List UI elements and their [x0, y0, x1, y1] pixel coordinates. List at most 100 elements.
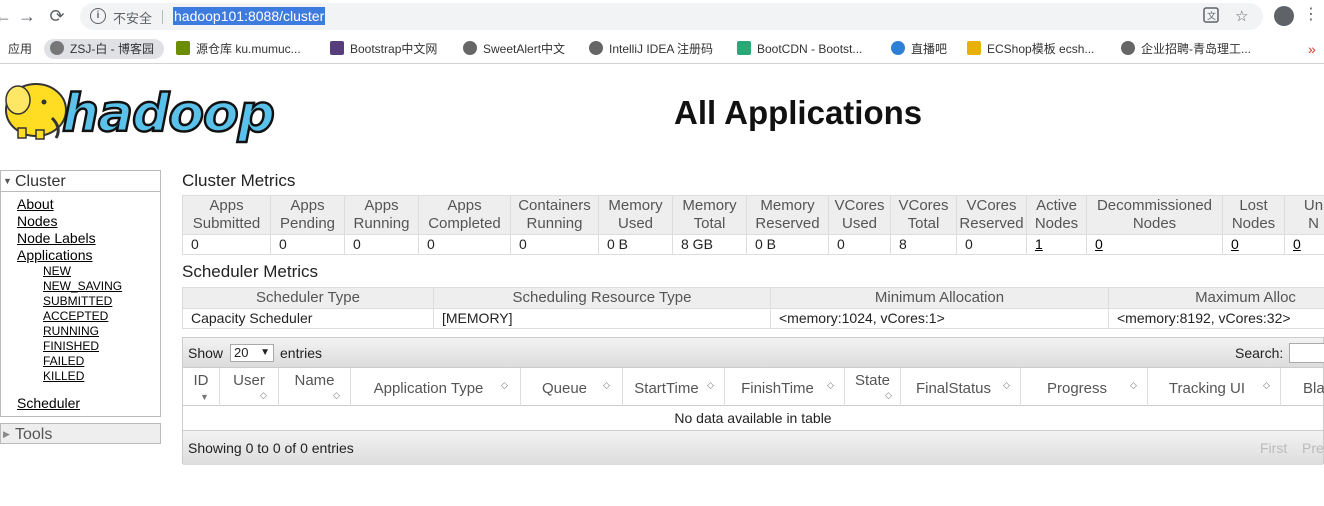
cluster-nav-heading[interactable]: ▼ Cluster [1, 171, 160, 192]
bookmark-intellij[interactable]: IntelliJ IDEA 注册码 [589, 39, 713, 59]
cluster-metric-header: VCores Total [890, 195, 957, 235]
cluster-metric-header-line: Apps [290, 197, 325, 214]
col-finish-time[interactable]: FinishTime ◇ [725, 368, 845, 406]
col-queue[interactable]: Queue ◇ [521, 368, 623, 406]
bookmark-bootcdn[interactable]: BootCDN - Bootst... [737, 39, 862, 59]
cluster-metric-header: Apps Submitted [182, 195, 271, 235]
cluster-metric-value: 0 [182, 234, 271, 255]
search-input[interactable] [1289, 343, 1324, 363]
forward-arrow-icon[interactable]: → [16, 5, 38, 27]
nav-state-accepted[interactable]: ACCEPTED [43, 309, 160, 324]
max-allocation-value: <memory:8192, vCores:32> [1108, 308, 1324, 329]
col-progress[interactable]: Progress ◇ [1021, 368, 1148, 406]
bookmarks-bar: 应用 ZSJ-白 - 博客园 源仓库 ku.mumuc... Bootstrap… [0, 33, 1324, 64]
bookmark-sweetalert[interactable]: SweetAlert中文 [463, 39, 565, 59]
nav-nodes[interactable]: Nodes [17, 213, 160, 230]
cluster-metric-value: 0 [956, 234, 1027, 255]
cluster-metric-header-line: VCores [834, 197, 885, 214]
col-id[interactable]: ID ▼ [183, 368, 220, 406]
nav-state-failed[interactable]: FAILED [43, 354, 160, 369]
cluster-metric-header: Apps Pending [270, 195, 345, 235]
reload-icon[interactable]: ⟳ [46, 5, 68, 27]
nav-state-new-saving[interactable]: NEW_SAVING [43, 279, 160, 294]
sidebar: ▼ Cluster About Nodes Node Labels Applic… [0, 170, 161, 444]
bookmark-star-icon[interactable]: ☆ [1235, 7, 1248, 25]
insecure-label[interactable]: 不安全 [113, 8, 152, 27]
search-label: Search: [1235, 345, 1284, 361]
sort-icon: ◇ [885, 390, 892, 400]
nav-applications[interactable]: Applications [17, 247, 160, 264]
info-icon[interactable]: i [90, 8, 106, 24]
cluster-metric-link[interactable]: 0 [1293, 236, 1301, 252]
cluster-metric-header: Lost Nodes [1222, 195, 1285, 235]
dropdown-arrow-icon: ▼ [260, 347, 270, 358]
zhibo8-icon [891, 41, 905, 55]
cluster-metric-link[interactable]: 1 [1035, 236, 1043, 252]
nav-node-labels[interactable]: Node Labels [17, 230, 160, 247]
cluster-metric-header-line: Running [353, 215, 410, 232]
cluster-metric-header-line: Apps [447, 197, 482, 214]
url-text[interactable]: hadoop101:8088/cluster [173, 7, 326, 25]
nav-state-killed[interactable]: KILLED [43, 369, 160, 384]
bookmark-mumuc[interactable]: 源仓库 ku.mumuc... [176, 39, 301, 59]
empty-table-message: No data available in table [674, 410, 832, 426]
entries-label: entries [280, 345, 323, 361]
bookmark-ecshop[interactable]: ECShop模板 ecsh... [967, 39, 1094, 59]
min-allocation-header: Minimum Allocation [770, 287, 1109, 309]
nav-state-running[interactable]: RUNNING [43, 324, 160, 339]
cluster-metric-value: 8 [890, 234, 957, 255]
cluster-metric-header: Memory Used [598, 195, 673, 235]
tools-nav-heading[interactable]: ▶ Tools [0, 423, 161, 444]
menu-kebab-icon[interactable]: ⋮ [1303, 4, 1319, 26]
col-user[interactable]: User ◇ [220, 368, 279, 406]
hadoop-logo[interactable]: hadoop [0, 70, 290, 150]
cluster-metric-value: 0 [1222, 234, 1285, 255]
sort-icon: ◇ [501, 380, 508, 390]
col-start-time[interactable]: StartTime ◇ [623, 368, 725, 406]
col-state[interactable]: State ◇ [845, 368, 901, 406]
cluster-metric-value: 0 B [746, 234, 829, 255]
cluster-metric-link[interactable]: 0 [1231, 236, 1239, 252]
cluster-metric-header-line: Decommissioned [1096, 197, 1213, 214]
bookmark-bootstrap[interactable]: Bootstrap中文网 [330, 39, 437, 59]
table-length-bar: Show 20 ▼ entries Search: [183, 338, 1324, 368]
globe-icon [463, 41, 477, 55]
nav-scheduler[interactable]: Scheduler [17, 395, 160, 412]
cluster-metric-header-line: Apps [209, 197, 244, 214]
translate-icon[interactable]: 文 [1203, 7, 1219, 27]
profile-avatar-icon[interactable] [1274, 6, 1294, 26]
address-bar[interactable]: i 不安全 hadoop101:8088/cluster 文 ☆ [80, 3, 1263, 30]
cluster-metric-link[interactable]: 0 [1095, 236, 1103, 252]
back-arrow-icon[interactable]: ← [0, 5, 14, 27]
cluster-metric-header-line: Nodes [1231, 215, 1276, 232]
col-name[interactable]: Name ◇ [279, 368, 351, 406]
nav-state-new[interactable]: NEW [43, 264, 160, 279]
previous-page-button[interactable]: Pre [1302, 440, 1324, 456]
cluster-metric-header-line: Memory [608, 197, 663, 214]
sort-icon: ◇ [333, 390, 340, 400]
more-bookmarks-chevron-icon[interactable]: » [1308, 39, 1316, 59]
col-application-type[interactable]: Application Type ◇ [351, 368, 521, 406]
cluster-metric-header-line: Running [526, 215, 583, 232]
cluster-metric-header: Memory Total [672, 195, 747, 235]
applications-table: Show 20 ▼ entries Search: ID ▼ User ◇ Name… [182, 337, 1324, 465]
cluster-metric-header-line: Used [617, 215, 654, 232]
col-blacklisted[interactable]: Bla [1281, 368, 1324, 406]
bookmark-recruit[interactable]: 企业招聘-青岛理工... [1121, 39, 1251, 59]
col-final-status[interactable]: FinalStatus ◇ [901, 368, 1021, 406]
bookmark-zhibo8[interactable]: 直播吧 [891, 39, 947, 59]
col-tracking-ui[interactable]: Tracking UI ◇ [1148, 368, 1281, 406]
nav-state-finished[interactable]: FINISHED [43, 339, 160, 354]
bookmark-cnblogs[interactable]: ZSJ-白 - 博客园 [44, 39, 164, 59]
max-allocation-header: Maximum Alloc [1108, 287, 1324, 309]
cluster-metric-header-line: Submitted [192, 215, 261, 232]
cluster-metric-header-line: Pending [279, 215, 336, 232]
bookmark-apps[interactable]: 应用 [8, 39, 32, 59]
nav-about[interactable]: About [17, 196, 160, 213]
nav-state-submitted[interactable]: SUBMITTED [43, 294, 160, 309]
cluster-metric-header-line: Reserved [959, 215, 1024, 232]
cluster-metric-header-line: Reserved [755, 215, 820, 232]
first-page-button[interactable]: First [1260, 440, 1287, 456]
cluster-metric-value: 0 [510, 234, 599, 255]
page-length-select[interactable]: 20 ▼ [230, 344, 274, 362]
